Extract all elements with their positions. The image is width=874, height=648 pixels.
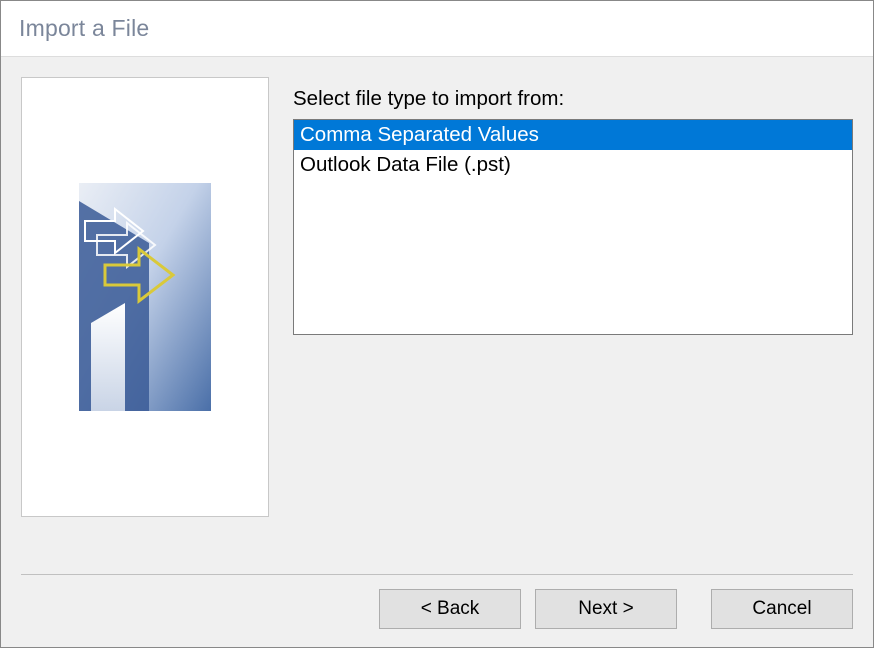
cancel-button[interactable]: Cancel [711,589,853,629]
file-type-option-pst[interactable]: Outlook Data File (.pst) [294,150,852,180]
file-type-listbox[interactable]: Comma Separated Values Outlook Data File… [293,119,853,335]
file-type-option-csv[interactable]: Comma Separated Values [294,120,852,150]
titlebar: Import a File [1,1,873,57]
instruction-label: Select file type to import from: [293,87,853,111]
next-button[interactable]: Next > [535,589,677,629]
button-bar: < Back Next > Cancel [21,574,853,647]
arrow-wizard-icon [79,183,211,411]
wizard-graphic-panel [21,77,269,517]
content-area: Select file type to import from: Comma S… [1,57,873,647]
import-file-dialog: Import a File [0,0,874,648]
main-panel: Select file type to import from: Comma S… [293,77,853,566]
back-button[interactable]: < Back [379,589,521,629]
window-title: Import a File [19,15,149,42]
body-row: Select file type to import from: Comma S… [21,77,853,566]
